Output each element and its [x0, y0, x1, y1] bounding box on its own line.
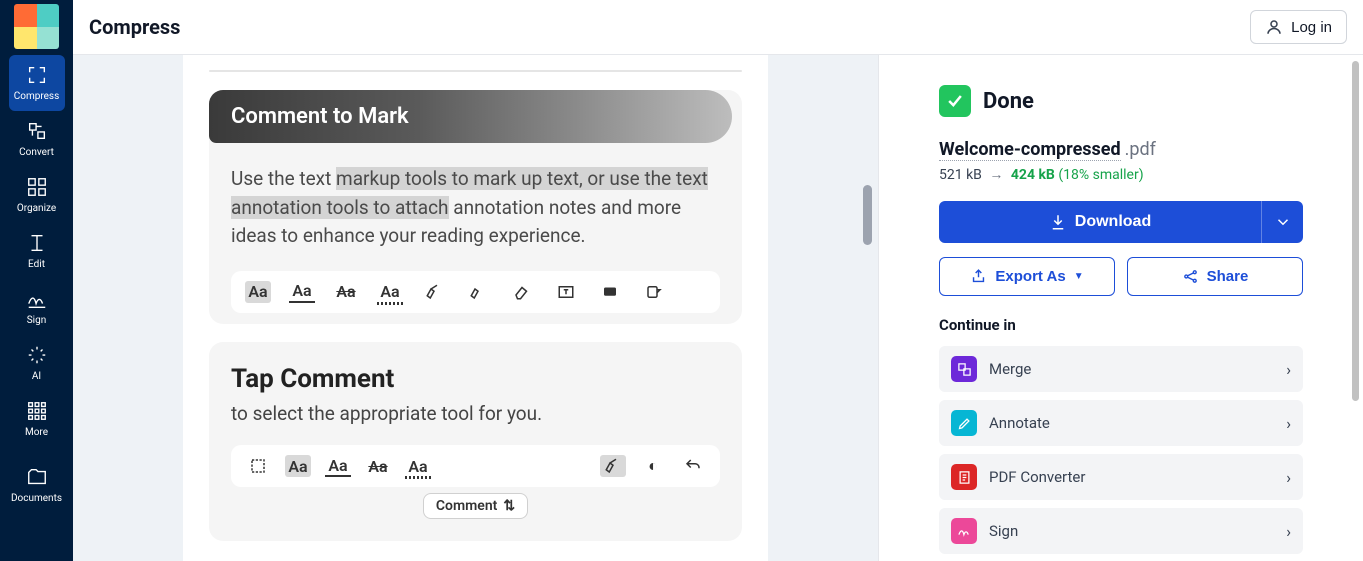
continue-in-label: Continue in: [939, 316, 1303, 334]
annotate-icon: [951, 410, 977, 436]
chevron-right-icon: ›: [1286, 468, 1291, 487]
nav-more[interactable]: More: [9, 391, 65, 447]
download-icon: [1049, 213, 1067, 231]
download-dropdown-button[interactable]: [1261, 201, 1303, 243]
ai-icon: [26, 344, 48, 366]
user-icon: [1265, 18, 1283, 36]
nav-sign[interactable]: Sign: [9, 279, 65, 335]
chevron-right-icon: ›: [1286, 360, 1291, 379]
continue-sign[interactable]: Sign ›: [939, 508, 1303, 554]
more-icon: [26, 400, 48, 422]
done-label: Done: [983, 89, 1034, 114]
left-sidebar: Compress Convert Organize Edit Sign AI M…: [0, 0, 73, 561]
continue-merge[interactable]: Merge ›: [939, 346, 1303, 392]
nav-label: AI: [32, 371, 41, 382]
nav-label: Sign: [27, 315, 47, 326]
strike-tool-icon[interactable]: Aa: [365, 455, 391, 477]
document-preview[interactable]: Comment to Mark Use the text markup tool…: [73, 55, 878, 561]
check-icon: [939, 85, 971, 117]
result-panel: Done Welcome-compressed .pdf 521 kB → 42…: [878, 55, 1363, 561]
compress-icon: [26, 64, 48, 86]
nav-label: Organize: [17, 203, 56, 214]
textbox-tool-icon[interactable]: [553, 281, 579, 303]
doc-card-comment-mark: Comment to Mark Use the text markup tool…: [209, 90, 742, 324]
nav-label: Compress: [14, 91, 60, 102]
sign-icon: [26, 288, 48, 310]
continue-pdf-converter[interactable]: PDF Converter ›: [939, 454, 1303, 500]
strike-tool-icon[interactable]: Aa: [333, 281, 359, 303]
export-icon: [970, 268, 987, 285]
result-ext: .pdf: [1125, 139, 1156, 160]
nav-label: Convert: [19, 147, 54, 158]
updown-icon: ⇅: [503, 498, 515, 514]
merge-icon: [951, 356, 977, 382]
export-as-button[interactable]: Export As ▼: [939, 257, 1115, 296]
brand-logo[interactable]: [14, 4, 59, 49]
download-button[interactable]: Download: [939, 201, 1261, 243]
comment-pill[interactable]: Comment ⇅: [423, 493, 528, 519]
preview-scrollbar[interactable]: [863, 185, 872, 245]
card-header: Comment to Mark: [209, 90, 732, 143]
login-label: Log in: [1291, 19, 1332, 36]
note-tool-icon[interactable]: [597, 281, 623, 303]
pdf-icon: [951, 464, 977, 490]
doc-page: Comment to Mark Use the text markup tool…: [183, 55, 768, 561]
login-button[interactable]: Log in: [1250, 10, 1347, 44]
half-tool-icon[interactable]: ◐: [640, 455, 666, 477]
undo-icon[interactable]: [680, 455, 706, 477]
markup-toolbar-2: Aa Aa Aa Aa ◐: [231, 445, 720, 487]
squiggly-tool-icon[interactable]: Aa: [405, 455, 431, 477]
doc-card-tap-comment: Tap Comment to select the appropriate to…: [209, 342, 742, 541]
nav-ai[interactable]: AI: [9, 335, 65, 391]
panel-scrollbar[interactable]: [1352, 61, 1359, 401]
marker-tool-icon[interactable]: [600, 455, 626, 477]
chevron-right-icon: ›: [1286, 522, 1291, 541]
nav-convert[interactable]: Convert: [9, 111, 65, 167]
file-size-row: 521 kB → 424 kB (18% smaller): [939, 166, 1303, 183]
squiggly-tool-icon[interactable]: Aa: [377, 281, 403, 303]
card2-sub: to select the appropriate tool for you.: [231, 402, 720, 425]
nav-edit[interactable]: Edit: [9, 223, 65, 279]
convert-icon: [26, 120, 48, 142]
area-highlight-icon[interactable]: [465, 281, 491, 303]
markup-toolbar: Aa Aa Aa Aa: [231, 271, 720, 313]
card2-title: Tap Comment: [231, 364, 720, 394]
nav-label: Edit: [28, 259, 45, 270]
page-title: Compress: [89, 15, 180, 39]
arrow-right-icon: →: [989, 167, 1003, 183]
sign-tool-icon: [951, 518, 977, 544]
nav-documents[interactable]: Documents: [9, 457, 65, 513]
chevron-down-icon: [1274, 213, 1292, 231]
underline-tool-icon[interactable]: Aa: [325, 455, 351, 477]
select-tool-icon[interactable]: [245, 455, 271, 477]
nav-label: More: [25, 427, 48, 438]
documents-icon: [26, 466, 48, 488]
caret-down-icon: ▼: [1074, 271, 1084, 282]
nav-label: Documents: [11, 493, 62, 504]
topbar: Compress Log in: [73, 0, 1363, 55]
edit-icon: [26, 232, 48, 254]
underline-tool-icon[interactable]: Aa: [289, 281, 315, 303]
share-icon: [1182, 268, 1199, 285]
card-text: Use the text markup tools to mark up tex…: [231, 165, 720, 251]
eraser-tool-icon[interactable]: [509, 281, 535, 303]
nav-organize[interactable]: Organize: [9, 167, 65, 223]
result-filename[interactable]: Welcome-compressed: [939, 139, 1121, 161]
chevron-right-icon: ›: [1286, 414, 1291, 433]
stamp-tool-icon[interactable]: [641, 281, 667, 303]
organize-icon: [26, 176, 48, 198]
continue-annotate[interactable]: Annotate ›: [939, 400, 1303, 446]
nav-compress[interactable]: Compress: [9, 55, 65, 111]
highlight-tool-icon[interactable]: Aa: [245, 281, 271, 303]
share-button[interactable]: Share: [1127, 257, 1303, 296]
highlight-tool-icon[interactable]: Aa: [285, 455, 311, 477]
marker-tool-icon[interactable]: [421, 281, 447, 303]
